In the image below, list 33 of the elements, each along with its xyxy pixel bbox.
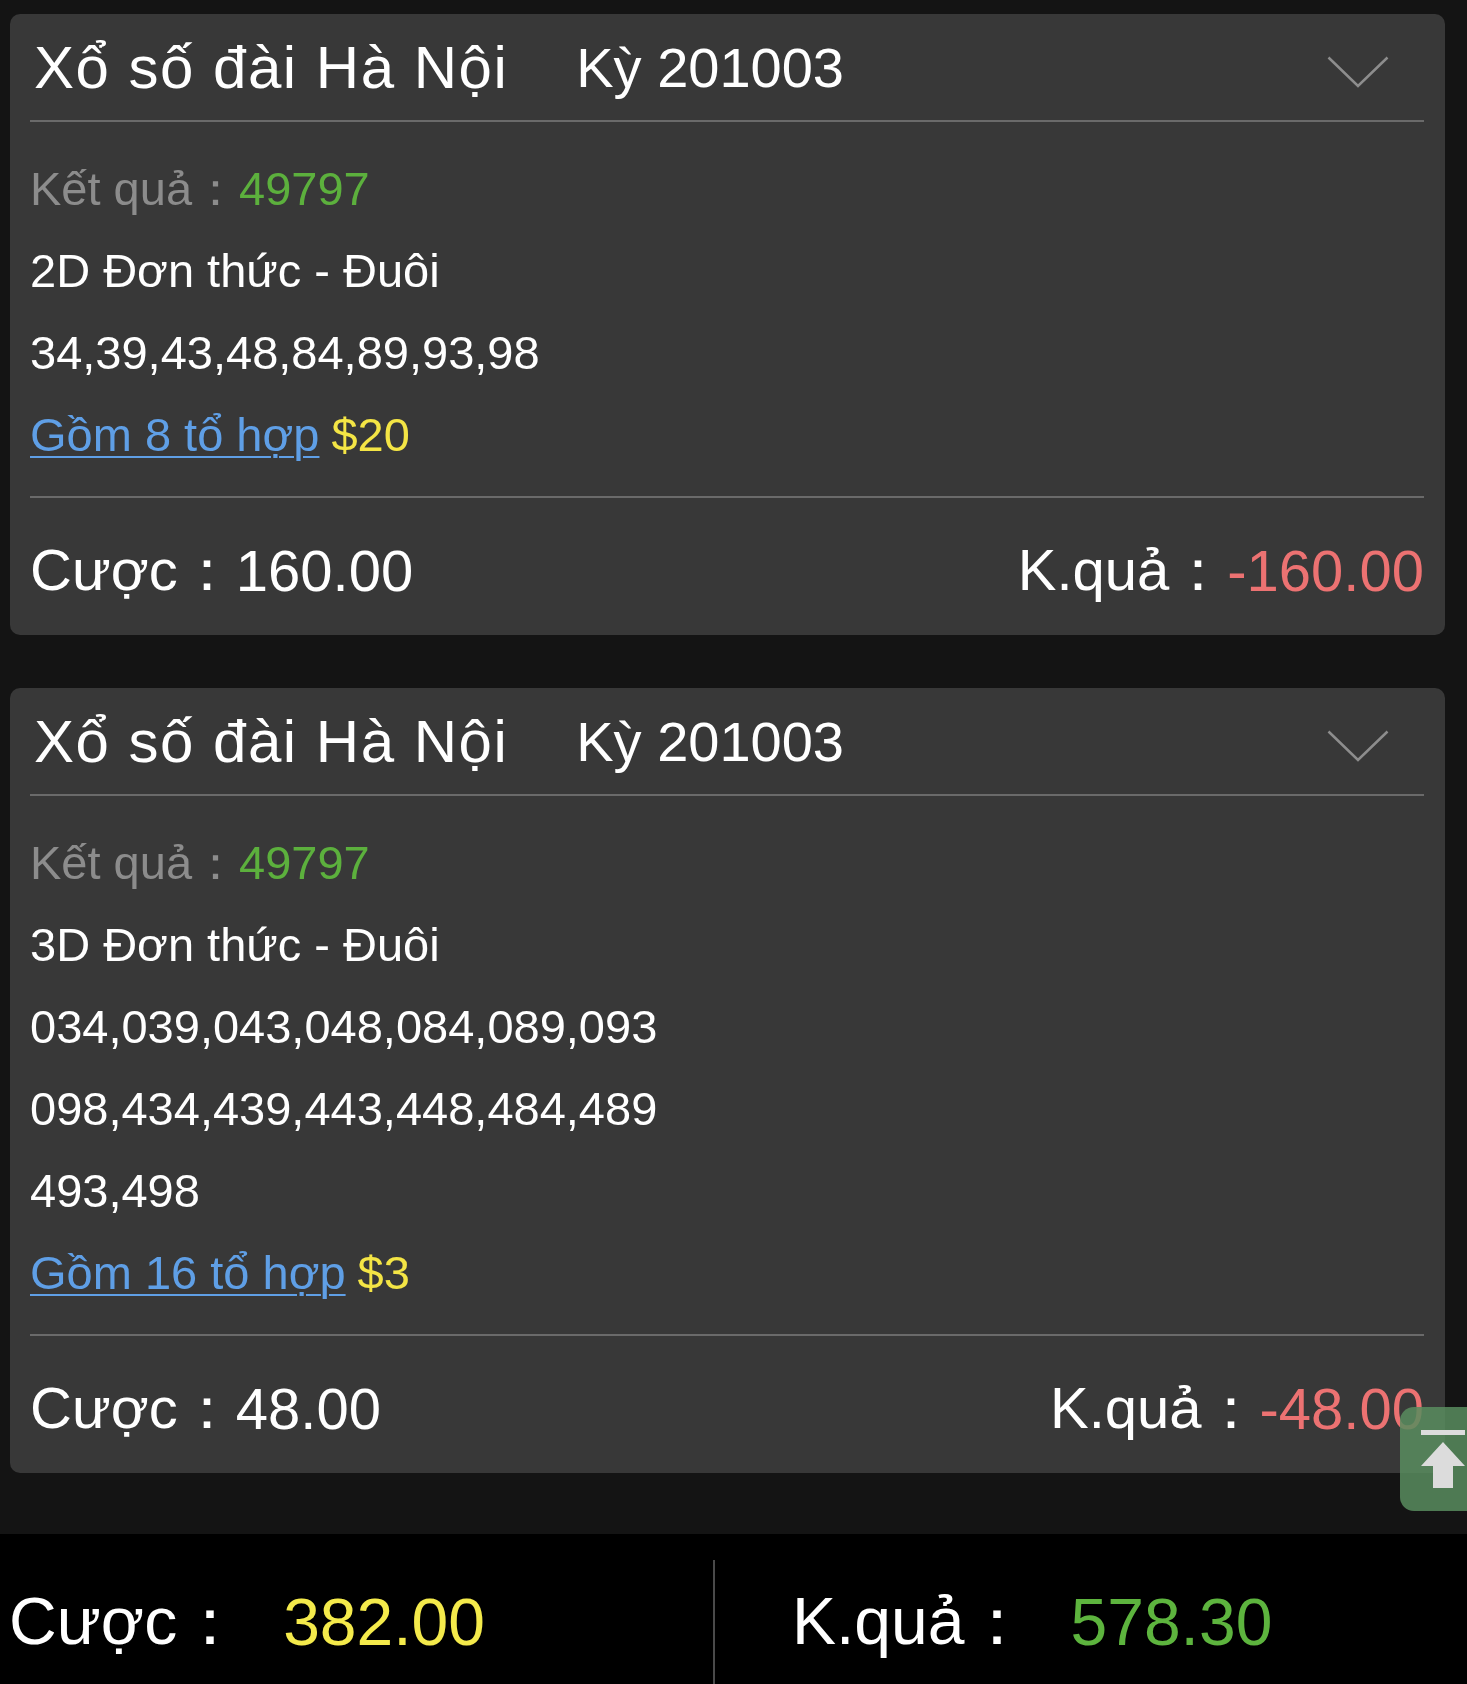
result-number: 49797 — [239, 162, 370, 215]
draw-period: Kỳ 201003 — [576, 708, 844, 774]
total-payout-amount: 578.30 — [1070, 1584, 1273, 1660]
payout-amount: -48.00 — [1259, 1375, 1424, 1442]
result-label: Kết quả： — [30, 162, 240, 215]
bet-type: 2D Đơn thức - Đuôi — [30, 244, 440, 297]
chevron-down-icon[interactable] — [1327, 730, 1389, 762]
combination-link[interactable]: Gồm 16 tổ hợp — [30, 1246, 346, 1299]
bet-type: 3D Đơn thức - Đuôi — [30, 918, 440, 971]
arrow-up-bar-icon — [1421, 1430, 1465, 1488]
bet-numbers: 034,039,043,048,084,089,093 — [30, 1000, 658, 1053]
combination-link[interactable]: Gồm 8 tổ hợp — [30, 408, 320, 461]
bet-amount: 160.00 — [235, 537, 414, 604]
bet-numbers: 34,39,43,48,84,89,93,98 — [30, 326, 540, 379]
lottery-name: Xổ số đài Hà Nội — [34, 32, 509, 102]
bet-amount: 48.00 — [235, 1375, 381, 1442]
payout-amount: -160.00 — [1227, 537, 1424, 604]
total-bet-amount: 382.00 — [283, 1584, 485, 1660]
result-number: 49797 — [239, 836, 370, 889]
total-bet-label: Cược： — [9, 1583, 244, 1660]
unit-price: $3 — [357, 1246, 410, 1299]
bet-label: Cược： — [30, 535, 236, 604]
payout-label: K.quả： — [1049, 1373, 1260, 1442]
bet-numbers: 493,498 — [30, 1164, 200, 1217]
lottery-name: Xổ số đài Hà Nội — [34, 706, 509, 776]
total-payout-label: K.quả： — [792, 1583, 1031, 1660]
unit-price: $20 — [331, 408, 410, 461]
result-label: Kết quả： — [30, 836, 240, 889]
payout-label: K.quả： — [1017, 535, 1228, 604]
bet-numbers: 098,434,439,443,448,484,489 — [30, 1082, 658, 1135]
draw-period: Kỳ 201003 — [576, 34, 844, 100]
chevron-down-icon[interactable] — [1327, 56, 1389, 88]
bet-label: Cược： — [30, 1373, 236, 1442]
